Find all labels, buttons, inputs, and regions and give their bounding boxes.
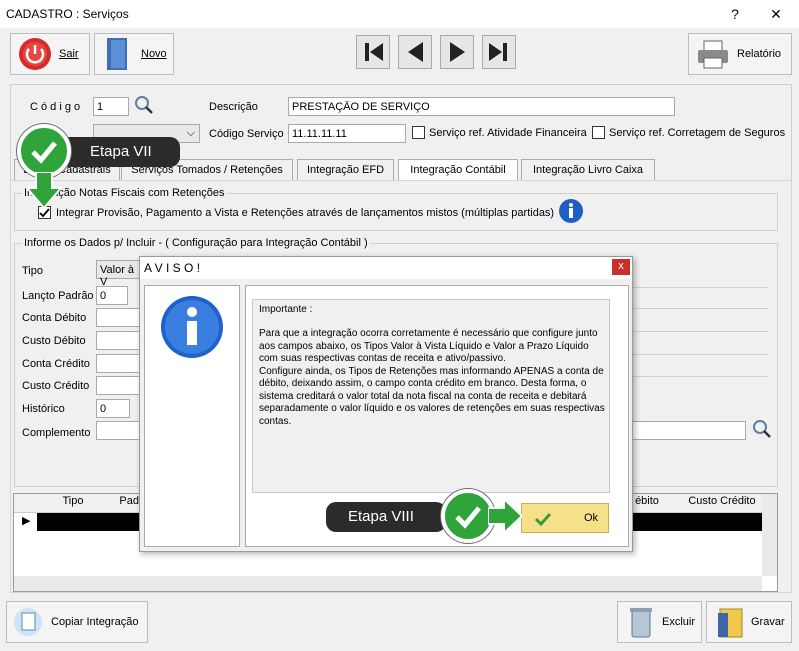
dialog-title-bar: A V I S O ! x — [140, 257, 632, 279]
grid-col-custo-credito[interactable]: Custo Crédito — [680, 495, 764, 513]
complemento-label: Complemento — [22, 427, 91, 439]
etapa-viii-label: Etapa VIII — [348, 508, 414, 525]
excluir-label: Excluir — [662, 616, 696, 628]
check-icon — [455, 506, 481, 529]
dialog-close-button[interactable]: x — [612, 259, 630, 275]
corretagem-checkbox[interactable] — [592, 126, 605, 139]
relatorio-label: Relatório — [737, 48, 782, 60]
next-icon — [450, 42, 465, 62]
etapa-vii-badge — [17, 124, 71, 178]
atividade-financeira-label: Serviço ref. Atividade Financeira — [429, 127, 587, 139]
excluir-button[interactable]: Excluir — [617, 601, 702, 643]
lancto-padrao-input[interactable] — [96, 286, 128, 305]
tab-integracao-livro-caixa[interactable]: Integração Livro Caixa — [521, 159, 655, 181]
help-button[interactable]: ? — [722, 4, 748, 24]
integrar-label: Integrar Provisão, Pagamento a Vista e R… — [56, 207, 555, 219]
search-icon[interactable] — [134, 95, 154, 115]
gravar-label: Gravar — [751, 616, 785, 628]
row-pointer-icon: ▶ — [22, 515, 31, 527]
copiar-integracao-button[interactable]: Copiar Integração — [6, 601, 148, 643]
codigo-input[interactable] — [93, 97, 129, 116]
grid-horizontal-scrollbar[interactable] — [14, 576, 762, 591]
custo-credito-input[interactable] — [96, 376, 141, 395]
dialog-title: A V I S O ! — [144, 261, 201, 275]
gravar-button[interactable]: Gravar — [706, 601, 792, 643]
dialog-icon-panel — [144, 285, 240, 547]
tipo-combo[interactable]: Valor à V — [96, 260, 141, 288]
chevron-down-icon: ⌵ — [186, 127, 195, 139]
window-title: CADASTRO : Serviços — [6, 7, 129, 21]
conta-credito-input[interactable] — [96, 354, 141, 373]
check-icon — [31, 141, 57, 164]
first-icon — [365, 43, 383, 61]
grid-col-debito[interactable]: ébito — [632, 495, 662, 513]
check-icon — [534, 512, 552, 527]
codigo-servico-label: Código Serviço — [209, 128, 284, 140]
info-icon[interactable] — [558, 198, 584, 224]
new-document-icon — [107, 38, 127, 70]
power-icon — [19, 38, 51, 70]
close-window-button[interactable]: ✕ — [763, 4, 789, 24]
lancto-padrao-label: Lançto Padrão — [22, 290, 94, 302]
tab-integracao-efd[interactable]: Integração EFD — [297, 159, 394, 181]
check-icon — [39, 208, 50, 218]
complemento-input[interactable] — [96, 421, 141, 440]
sair-button[interactable]: Sair — [10, 33, 90, 75]
ok-label: Ok — [584, 512, 599, 524]
last-record-button[interactable] — [482, 35, 516, 69]
custo-credito-label: Custo Crédito — [22, 380, 90, 392]
codigo-servico-input[interactable] — [288, 124, 406, 143]
next-record-button[interactable] — [440, 35, 474, 69]
trash-icon — [630, 608, 652, 638]
novo-button[interactable]: Novo — [94, 33, 174, 75]
previous-icon — [408, 42, 423, 62]
field-line — [630, 331, 768, 332]
sair-label: Sair — [59, 48, 79, 60]
tipo-label: Tipo — [22, 265, 43, 277]
message-heading: Importante : — [259, 304, 313, 315]
complemento-input-right[interactable] — [630, 421, 746, 440]
message-box: Importante : Para que a integração ocorr… — [252, 299, 610, 493]
copy-document-icon — [14, 608, 42, 636]
copiar-label: Copiar Integração — [51, 616, 139, 628]
atividade-financeira-checkbox[interactable] — [412, 126, 425, 139]
field-line — [630, 354, 768, 355]
printer-icon — [698, 40, 728, 69]
conta-credito-label: Conta Crédito — [22, 358, 90, 370]
tab-integracao-contabil[interactable]: Integração Contábil — [398, 159, 518, 181]
title-bar: CADASTRO : Serviços ? ✕ — [0, 0, 799, 28]
descricao-label: Descrição — [209, 101, 258, 113]
info-icon — [161, 296, 223, 358]
message-body: Para que a integração ocorra corretament… — [259, 328, 605, 427]
historico-label: Histórico — [22, 403, 65, 415]
novo-label: Novo — [141, 48, 167, 60]
field-line — [630, 287, 768, 288]
grid-col-tipo[interactable]: Tipo — [40, 495, 106, 513]
save-icon — [718, 608, 743, 638]
custo-debito-label: Custo Débito — [22, 335, 86, 347]
codigo-label: C ó d i g o — [30, 101, 81, 113]
last-icon — [489, 43, 507, 61]
historico-input[interactable] — [96, 399, 130, 418]
field-line — [630, 308, 768, 309]
arrow-down-icon — [27, 172, 61, 208]
relatorio-button[interactable]: Relatório — [688, 33, 792, 75]
info-group-title: Informe os Dados p/ Incluir - ( Configur… — [22, 237, 370, 249]
etapa-viii-callout: Etapa VIII — [326, 502, 446, 532]
etapa-vii-callout: Etapa VII — [60, 137, 180, 167]
corretagem-label: Serviço ref. Corretagem de Seguros — [609, 127, 786, 139]
grid-vertical-scrollbar[interactable] — [762, 494, 777, 576]
etapa-vii-label: Etapa VII — [90, 143, 152, 160]
custo-debito-input[interactable] — [96, 331, 141, 350]
conta-debito-label: Conta Débito — [22, 312, 87, 324]
etapa-viii-badge — [441, 489, 495, 543]
descricao-input[interactable] — [288, 97, 675, 116]
search-icon[interactable] — [752, 419, 772, 439]
arrow-right-icon — [488, 499, 522, 533]
field-line — [630, 376, 768, 377]
first-record-button[interactable] — [356, 35, 390, 69]
ok-button[interactable]: Ok — [521, 503, 609, 533]
previous-record-button[interactable] — [398, 35, 432, 69]
conta-debito-input[interactable] — [96, 308, 141, 327]
